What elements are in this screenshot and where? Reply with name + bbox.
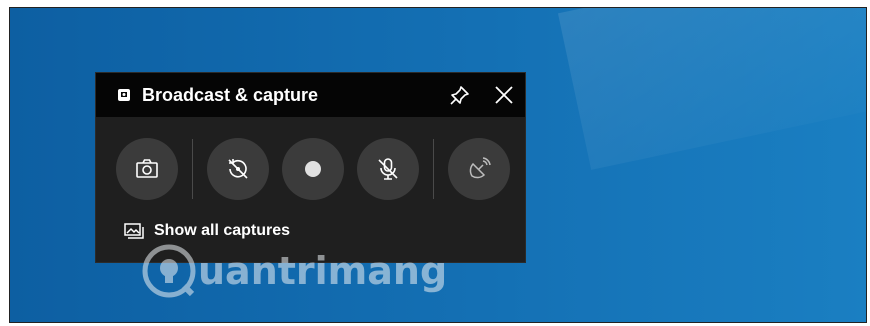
camera-icon — [136, 159, 158, 178]
widget-title: Broadcast & capture — [142, 85, 319, 105]
show-all-captures-link[interactable]: Show all captures — [124, 220, 290, 242]
broadcast-capture-widget: Broadcast & capture Show all captures — [96, 73, 525, 262]
show-all-captures-label: Show all captures — [154, 222, 291, 239]
record-dot-icon — [305, 161, 321, 177]
gallery-icon — [124, 223, 144, 239]
watermark-text: uantrimang — [198, 249, 448, 293]
lightbulb-logo-icon — [142, 244, 196, 298]
button-divider — [433, 139, 434, 199]
button-divider — [192, 139, 193, 199]
broadcast-button[interactable] — [448, 138, 510, 200]
rewind-record-icon — [228, 159, 248, 179]
start-recording-button[interactable] — [282, 138, 344, 200]
site-watermark: uantrimang — [142, 243, 447, 299]
record-last-30s-button[interactable] — [207, 138, 269, 200]
microphone-toggle-button[interactable] — [357, 138, 419, 200]
capture-widget-icon — [118, 89, 130, 101]
mic-off-icon — [378, 158, 398, 180]
widget-titlebar[interactable]: Broadcast & capture — [96, 73, 525, 117]
take-screenshot-button[interactable] — [116, 138, 178, 200]
close-icon[interactable] — [492, 83, 516, 107]
broadcast-icon — [469, 157, 491, 179]
pin-icon[interactable] — [449, 84, 471, 106]
wallpaper-light-streak — [557, 8, 866, 170]
